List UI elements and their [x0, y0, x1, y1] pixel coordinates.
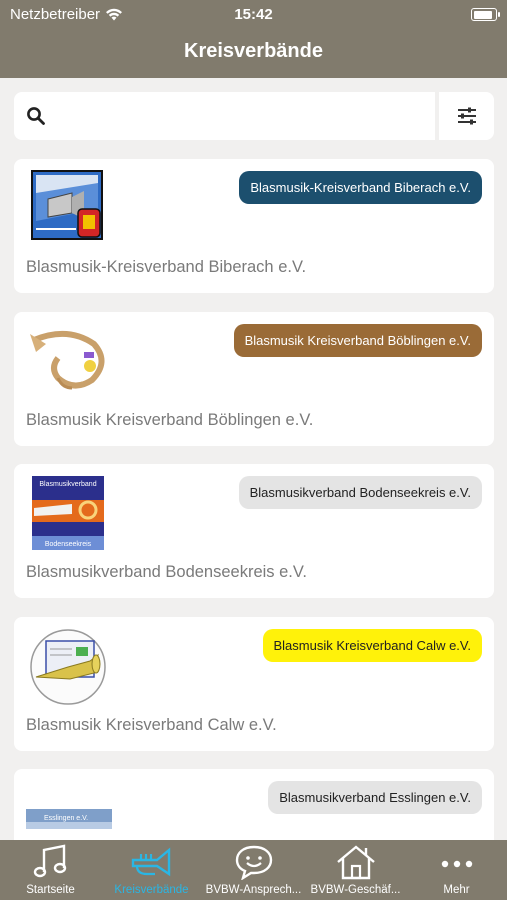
battery-level [473, 10, 492, 19]
search-row [14, 92, 494, 140]
boeblingen-horn-logo-image [30, 330, 105, 390]
kreisverband-card-boeblingen[interactable]: Blasmusik Kreisverband Böblingen e.V. Bl… [14, 312, 494, 446]
logo-lettering-top: Blasmusikverband [39, 481, 96, 488]
card-badge: Blasmusik Kreisverband Böblingen e.V. [233, 324, 482, 357]
biberach-logo-image [31, 170, 103, 240]
more-dots-icon [441, 860, 472, 868]
search-icon [27, 107, 45, 125]
calw-logo-image [30, 629, 106, 705]
tab-bvbw-ansprechpartner[interactable]: BVBW-Ansprech... [202, 840, 305, 900]
tab-mehr[interactable]: Mehr [406, 840, 507, 900]
card-title: Blasmusik Kreisverband Böblingen e.V. [26, 411, 314, 429]
kreisverband-card-bodenseekreis[interactable]: Blasmusikverband Bodenseekreis Blasmusik… [14, 464, 494, 598]
card-title: Blasmusikverband Bodenseekreis e.V. [26, 563, 307, 581]
tab-label: Startseite [26, 884, 75, 896]
battery-icon [471, 8, 500, 21]
search-box[interactable] [14, 92, 435, 140]
card-title: Blasmusik-Kreisverband Biberach e.V. [26, 258, 307, 276]
search-input[interactable] [58, 100, 428, 132]
card-badge: Blasmusik Kreisverband Calw e.V. [262, 629, 482, 662]
bodenseekreis-logo-image: Blasmusikverband Bodenseekreis [32, 476, 104, 550]
navigation-bar: Kreisverbände [0, 28, 507, 78]
filter-sliders-icon [458, 107, 476, 125]
esslingen-logo-image: Esslingen e.V. [26, 809, 112, 829]
tab-bvbw-geschaeftsstelle[interactable]: BVBW-Geschäf... [305, 840, 406, 900]
card-title: Blasmusik Kreisverband Calw e.V. [26, 716, 277, 734]
card-badge: Blasmusikverband Bodenseekreis e.V. [238, 476, 482, 509]
logo-lettering: Esslingen e.V. [44, 815, 88, 822]
tab-label: Mehr [443, 884, 470, 896]
status-time: 15:42 [234, 6, 273, 23]
kreisverband-card-biberach[interactable]: Blasmusik-Kreisverband Biberach e.V. Bla… [14, 159, 494, 293]
tab-label: BVBW-Geschäf... [310, 884, 401, 896]
tab-bar: Startseite Kreisverbände BVBW-Ansprech..… [0, 840, 507, 900]
kreisverband-card-esslingen[interactable]: Esslingen e.V. Blasmusikverband Esslinge… [14, 769, 494, 840]
trumpet-icon [131, 847, 170, 877]
tab-label: Kreisverbände [114, 884, 189, 896]
tab-startseite[interactable]: Startseite [0, 840, 101, 900]
chat-bubble-icon [235, 845, 272, 880]
card-badge: Blasmusik-Kreisverband Biberach e.V. [239, 171, 482, 204]
page-title: Kreisverbände [184, 40, 323, 62]
house-icon [336, 845, 375, 880]
status-bar: Netzbetreiber 15:42 [0, 0, 507, 28]
card-badge: Blasmusikverband Esslingen e.V. [268, 781, 482, 814]
tab-kreisverbaende[interactable]: Kreisverbände [101, 840, 202, 900]
logo-lettering-bottom: Bodenseekreis [45, 541, 92, 548]
filter-button[interactable] [439, 92, 494, 140]
tab-label: BVBW-Ansprech... [205, 884, 302, 896]
music-note-icon [33, 844, 66, 878]
kreisverband-card-calw[interactable]: Blasmusik Kreisverband Calw e.V. Blasmus… [14, 617, 494, 751]
